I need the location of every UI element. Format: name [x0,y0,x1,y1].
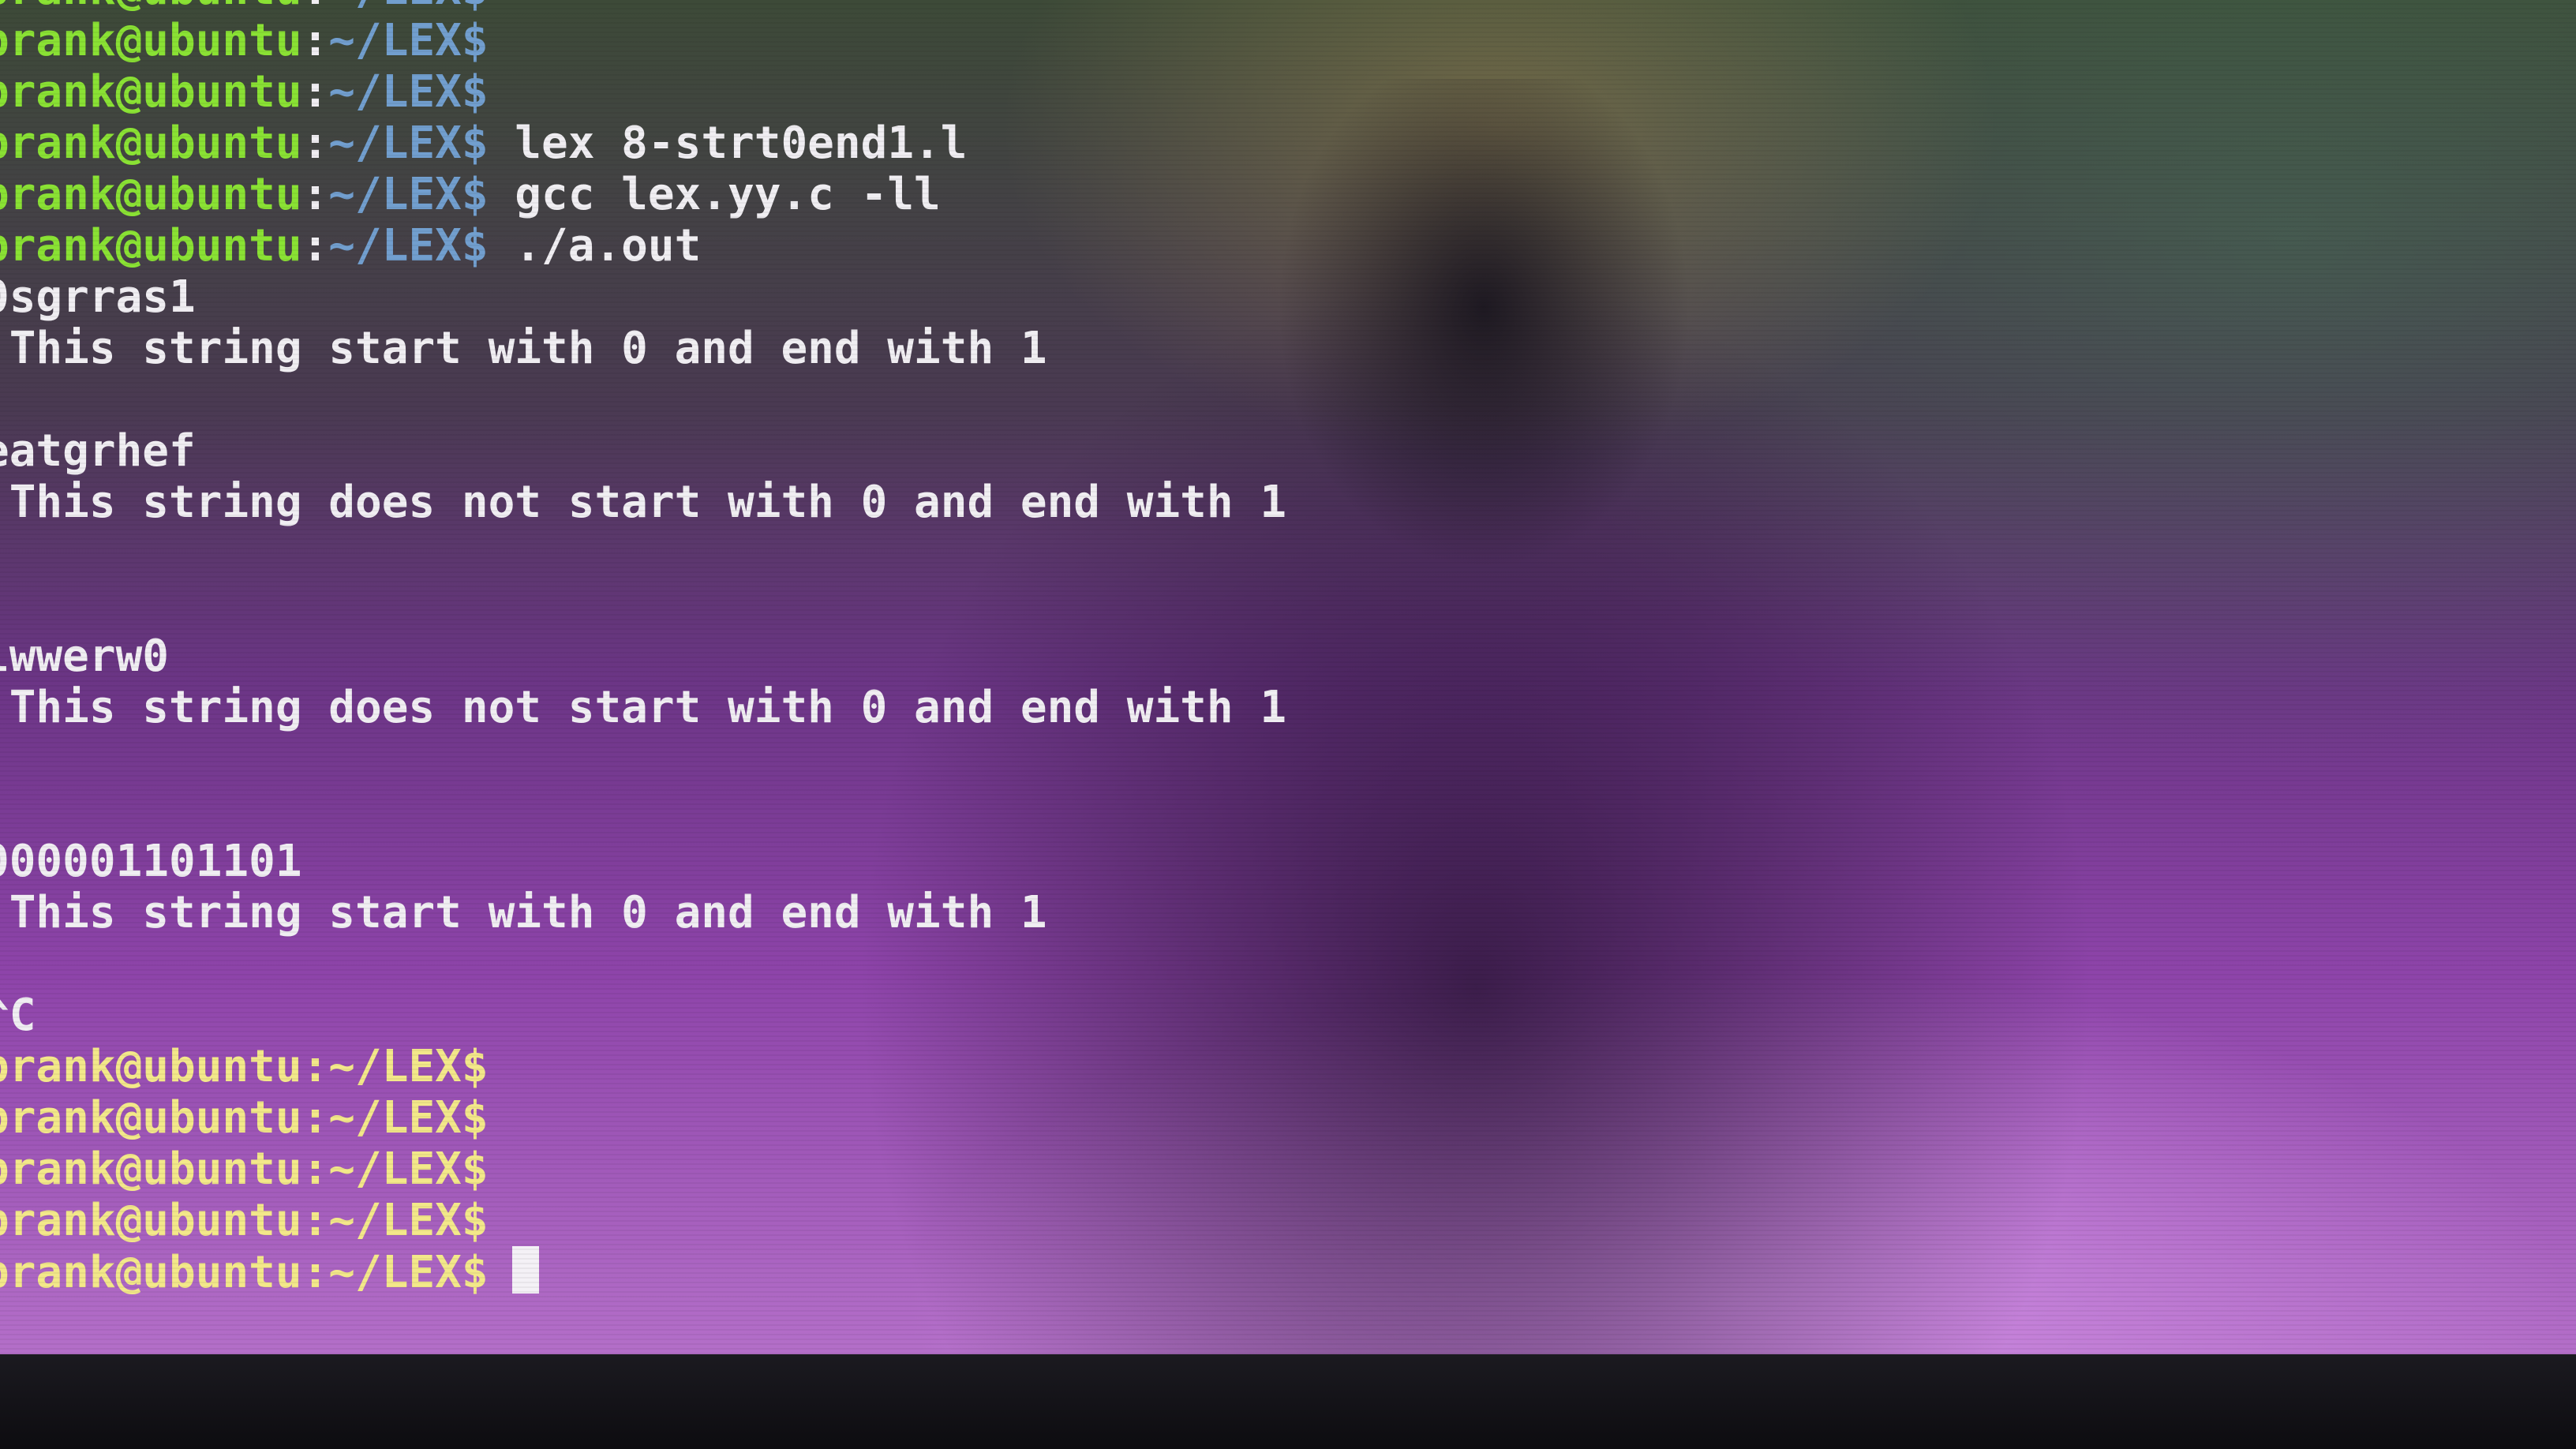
prompt-separator: : [301,1247,329,1298]
output-text: 0sgrras1 [0,271,196,323]
output-line: eatgrhef [0,425,2508,477]
prompt-separator: : [301,1144,329,1195]
output-line: :This string start with 0 and end with 1 [0,323,2508,374]
terminal-output[interactable]: prank@ubuntu:~/LEX$ prank@ubuntu:~/LEX$ pr… [0,0,2508,1298]
output-text: :This string start with 0 and end with 1 [0,887,1047,938]
prompt-line: prank@ubuntu:~/LEX$ lex 8-strt0end1.l [0,118,2508,169]
prompt-line: prank@ubuntu:~/LEX$ [0,1041,2508,1092]
output-text: eatgrhef [0,425,196,477]
prompt-user-host: prank@ubuntu [0,1195,302,1246]
monitor-bezel [0,1354,2576,1449]
prompt-line: prank@ubuntu:~/LEX$ [0,1092,2508,1144]
prompt-separator: : [301,1092,329,1144]
prompt-path: ~/LEX$ [328,118,489,169]
prompt-separator: : [302,0,329,15]
output-text: lwwerw0 [0,631,170,682]
prompt-user-host: prank@ubuntu [0,66,302,118]
output-text: :This string does not start with 0 and e… [0,477,1287,528]
prompt-line: prank@ubuntu:~/LEX$ [0,0,2508,15]
prompt-path: ~/LEX$ [328,1247,489,1298]
prompt-line: prank@ubuntu:~/LEX$ [0,1144,2508,1195]
prompt-separator: : [301,15,329,66]
output-line: :This string does not start with 0 and e… [0,682,2508,733]
text-cursor[interactable] [511,1246,539,1294]
prompt-user-host: prank@ubuntu [0,1144,302,1195]
output-line: :This string does not start with 0 and e… [0,477,2508,528]
prompt-path: ~/LEX$ [328,169,489,220]
prompt-line: prank@ubuntu:~/LEX$ gcc lex.yy.c -ll [0,169,2508,220]
prompt-separator: : [301,169,329,220]
prompt-line: prank@ubuntu:~/LEX$ [0,1195,2508,1246]
prompt-path: ~/LEX$ [328,1041,489,1092]
prompt-separator: : [301,220,329,271]
prompt-path: ~/LEX$ [328,15,489,66]
output-text: ^C [0,990,36,1041]
terminal-screen: prank@ubuntu:~/LEX$ prank@ubuntu:~/LEX$ pr… [0,0,2576,1354]
prompt-path: ~/LEX$ [328,1092,489,1144]
prompt-user-host: prank@ubuntu [0,220,302,271]
prompt-user-host: prank@ubuntu [0,1247,302,1298]
prompt-user-host: prank@ubuntu [0,118,302,169]
output-line: lwwerw0 [0,631,2508,682]
command-text: ./a.out [488,220,702,271]
prompt-separator: : [301,66,329,118]
output-line: ^C [0,990,2508,1041]
prompt-line: prank@ubuntu:~/LEX$ [0,66,2508,118]
command-text: lex 8-strt0end1.l [488,118,968,169]
prompt-path: ~/LEX$ [328,220,489,271]
output-line: 000001101101 [0,836,2508,887]
prompt-user-host: prank@ubuntu [0,15,302,66]
prompt-line: prank@ubuntu:~/LEX$ [0,15,2508,66]
prompt-user-host: prank@ubuntu [0,1041,302,1092]
output-text: :This string start with 0 and end with 1 [0,323,1047,374]
command-text: gcc lex.yy.c -ll [488,169,941,220]
prompt-user-host: prank@ubuntu [0,1092,302,1144]
prompt-separator: : [301,1041,329,1092]
prompt-path: ~/LEX$ [328,0,488,15]
prompt-path: ~/LEX$ [328,66,489,118]
monitor-photo: prank@ubuntu:~/LEX$ prank@ubuntu:~/LEX$ pr… [0,0,2576,1449]
prompt-user-host: prank@ubuntu [0,0,302,15]
prompt-path: ~/LEX$ [328,1144,489,1195]
prompt-line: prank@ubuntu:~/LEX$ ./a.out [0,220,2508,271]
output-line: :This string start with 0 and end with 1 [0,887,2508,938]
prompt-separator: : [301,118,329,169]
prompt-line: prank@ubuntu:~/LEX$ [0,1246,2508,1298]
output-text: 000001101101 [0,836,302,887]
output-text: :This string does not start with 0 and e… [0,682,1287,733]
prompt-separator: : [301,1195,329,1246]
prompt-path: ~/LEX$ [328,1195,489,1246]
prompt-user-host: prank@ubuntu [0,169,302,220]
output-line: 0sgrras1 [0,271,2508,323]
